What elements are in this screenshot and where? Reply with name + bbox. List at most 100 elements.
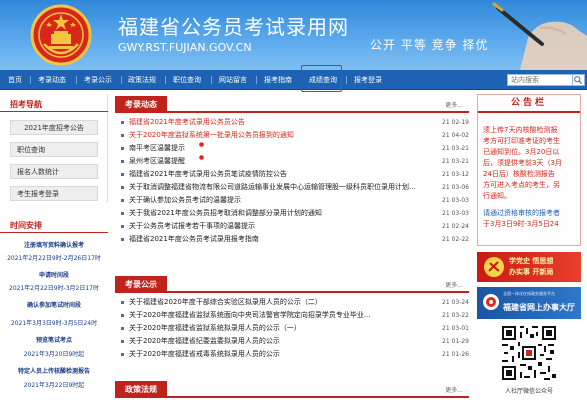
notices-tab[interactable]: 考录公示 — [115, 276, 167, 293]
service-logo-icon — [483, 294, 499, 310]
notice-title[interactable]: 关于2020年度福建省纪委监委拟录用人员的公示 — [129, 336, 419, 347]
bullet-icon — [121, 340, 124, 343]
hand-writing-icon — [492, 2, 587, 70]
notice-date: 21 03-22 — [442, 312, 469, 319]
list-item[interactable]: 关于我省2021年度公务员招考取消和调整部分录用计划的通知 21 03-03 — [121, 208, 469, 219]
nav-separator — [121, 76, 122, 84]
bullet-icon — [121, 160, 124, 163]
policy-more-link[interactable]: 更多... — [445, 385, 463, 394]
news-date: 21 03-21 — [442, 145, 469, 152]
notice-date: 21 03-24 — [442, 299, 469, 306]
notice-title[interactable]: 关于2020年度福建省戒毒系统拟录用人员的公示 — [129, 349, 419, 360]
banner-text: 办实事 开新局 — [509, 268, 554, 276]
nav-exam-login[interactable]: 报考登录 — [354, 70, 382, 90]
guide-item-announcement[interactable]: 2021年度招考公告 — [10, 120, 98, 135]
news-title[interactable]: 关于取消调整福建省物流有限公司道路运输事业发展中心运输管理股一级科员职位录用计划… — [129, 182, 419, 193]
news-tab[interactable]: 考录动态 — [115, 96, 167, 113]
bullet-icon — [121, 186, 124, 189]
list-item[interactable]: 关于确认参加公务员考试的温馨提示 21 03-03 — [121, 195, 469, 206]
policy-tab[interactable]: 政策法规 — [115, 381, 167, 398]
bullet-icon — [121, 212, 124, 215]
notice-board: 公告栏 须上传7天内核酸检测报 考方可打印准考证的考生 已通知到位。3月20日以… — [477, 94, 581, 246]
news-date: 21 02-24 — [442, 223, 469, 230]
notice-line: 考方可打印准考证的考生 — [483, 137, 560, 145]
guide-item-position-search[interactable]: 职位查询 — [10, 142, 98, 157]
list-item[interactable]: 泉州考区温馨提醒 21 03-21 — [121, 155, 469, 167]
search-icon — [574, 76, 583, 85]
news-title[interactable]: 关于公务员考试报考若干事项的温馨提示 — [129, 221, 419, 232]
schedule-item-date: 2021年3月3日9时-3月5日24时 — [10, 320, 98, 327]
nav-home[interactable]: 首页 — [8, 70, 22, 90]
list-item[interactable]: 关于2020年度监狱系统第一批录用公务员报到的通知 21 04-02 — [121, 130, 469, 141]
schedule-item-date: 2021年2月22日9时-3月2日17时 — [9, 285, 99, 292]
news-title[interactable]: 福建省2021年度考试录用公务员公告 — [129, 117, 419, 128]
nav-policy[interactable]: 政策法规 — [128, 70, 156, 90]
schedule-title: 时间安排 — [10, 221, 42, 230]
new-badge-icon — [199, 155, 204, 160]
search-button[interactable] — [573, 74, 585, 86]
news-title[interactable]: 关于我省2021年度公务员招考取消和调整部分录用计划的通知 — [129, 208, 419, 219]
guide-item-candidate-login[interactable]: 考生报考登录 — [10, 186, 98, 201]
schedule-item-date: 2021年3月20日9时起 — [23, 351, 85, 358]
notice-title[interactable]: 关于福建省2020年度干部综合实验区拟录用人员的公示（二） — [129, 297, 419, 308]
notice-title[interactable]: 关于2020年度福建省监狱系统拟录用人员的公示（一） — [129, 323, 419, 334]
party-emblem-icon — [484, 257, 504, 277]
notices-more-link[interactable]: 更多... — [445, 280, 463, 289]
news-title[interactable]: 南平考区温馨提示 — [129, 143, 419, 154]
wechat-qr-code-icon — [500, 324, 558, 382]
notice-line: 方可进入考点的考生，另 — [483, 181, 560, 189]
schedule-item-title: 申请时间段 — [38, 272, 69, 279]
news-more-link[interactable]: 更多... — [445, 100, 463, 109]
list-item[interactable]: 关于2020年度福建省监狱系统面向中央司法警官学院定向招录学员专业毕业... 2… — [121, 310, 469, 321]
site-title: 福建省公务员考试录用网 — [118, 15, 349, 39]
news-date: 21 03-03 — [442, 197, 469, 204]
bullet-icon — [121, 225, 124, 228]
schedule-item-title: 注册填写资料确认报考 — [23, 242, 84, 249]
nav-guestbook[interactable]: 网站留言 — [219, 70, 247, 90]
notice-line: 已通知到位。3月20日以 — [483, 148, 560, 156]
party-history-banner[interactable]: 学党史 悟思想 办实事 开新局 — [477, 252, 581, 282]
news-title[interactable]: 关于确认参加公务员考试的温馨提示 — [129, 195, 419, 206]
bullet-icon — [121, 121, 124, 124]
list-item[interactable]: 关于2020年度福建省监狱系统拟录用人员的公示（一） 21 03-01 — [121, 323, 469, 334]
online-service-banner[interactable]: 全国一体化在线政务服务平台 福建省网上办事大厅 — [477, 287, 581, 319]
list-item[interactable]: 关于取消调整福建省物流有限公司道路运输事业发展中心运输管理股一级科员职位录用计划… — [121, 182, 469, 193]
list-item[interactable]: 福建省2021年度考试录用公务员笔试疫情防控公告 21 03-12 — [121, 169, 469, 180]
guide-item-applicant-stats[interactable]: 报名人数统计 — [10, 164, 98, 179]
nav-exam-news[interactable]: 考录动态 — [38, 70, 66, 90]
news-date: 21 02-22 — [442, 236, 469, 243]
list-item[interactable]: 福建省2021年度考试录用公务员公告 21 02-19 — [121, 117, 469, 128]
news-title[interactable]: 泉州考区温馨提醒 — [129, 156, 419, 167]
site-header: 福建省公务员考试录用网 GWY.RST.FUJIAN.GOV.CN 公开 平等 … — [0, 0, 587, 70]
notice-date: 21 01-26 — [442, 351, 469, 358]
news-date: 21 03-12 — [442, 171, 469, 178]
notice-title[interactable]: 关于2020年度福建省监狱系统面向中央司法警官学院定向招录学员专业毕业... — [129, 310, 419, 321]
schedule-divider — [0, 232, 108, 233]
list-item[interactable]: 南平考区温馨提示 21 03-21 — [121, 142, 469, 154]
schedule-item-title: 特定人员上传核酸检测报告 — [17, 368, 90, 375]
notice-line: 于3月3日9时-3月5日24 — [483, 220, 559, 228]
news-title[interactable]: 关于2020年度监狱系统第一批录用公务员报到的通知 — [129, 130, 419, 141]
news-title[interactable]: 福建省2021年度公务员考试录用报考指南 — [129, 234, 419, 245]
notices-section-header: 考录公示 更多... — [115, 276, 469, 293]
bullet-icon — [121, 353, 124, 356]
site-search-input[interactable] — [507, 74, 573, 86]
banner-title: 福建省网上办事大厅 — [503, 303, 575, 312]
list-item[interactable]: 关于福建省2020年度干部综合实验区拟录用人员的公示（二） 21 03-24 — [121, 297, 469, 308]
bullet-icon — [121, 147, 124, 150]
national-emblem-icon — [30, 4, 92, 66]
nav-exam-guide[interactable]: 报考指南 — [264, 70, 292, 90]
list-item[interactable]: 关于公务员考试报考若干事项的温馨提示 21 02-24 — [121, 221, 469, 232]
nav-position-search[interactable]: 职位查询 — [173, 70, 201, 90]
list-item[interactable]: 关于2020年度福建省戒毒系统拟录用人员的公示 21 01-26 — [121, 349, 469, 360]
main-nav: 首页 考录动态 考录公示 政策法规 职位查询 网站留言 报考指南 成绩查询 报考… — [0, 70, 587, 90]
news-title[interactable]: 福建省2021年度考试录用公务员笔试疫情防控公告 — [129, 169, 419, 180]
nav-exam-notices[interactable]: 考录公示 — [84, 70, 112, 90]
notice-line: 后，须提供考前3天（3月 — [483, 159, 562, 167]
nav-separator — [346, 76, 347, 84]
list-item[interactable]: 关于2020年度福建省纪委监委拟录用人员的公示 21 01-29 — [121, 336, 469, 347]
list-item[interactable]: 福建省2021年度公务员考试录用报考指南 21 02-22 — [121, 234, 469, 245]
notice-date: 21 01-29 — [442, 338, 469, 345]
bullet-icon — [121, 173, 124, 176]
news-section-header: 考录动态 更多... — [115, 96, 469, 113]
